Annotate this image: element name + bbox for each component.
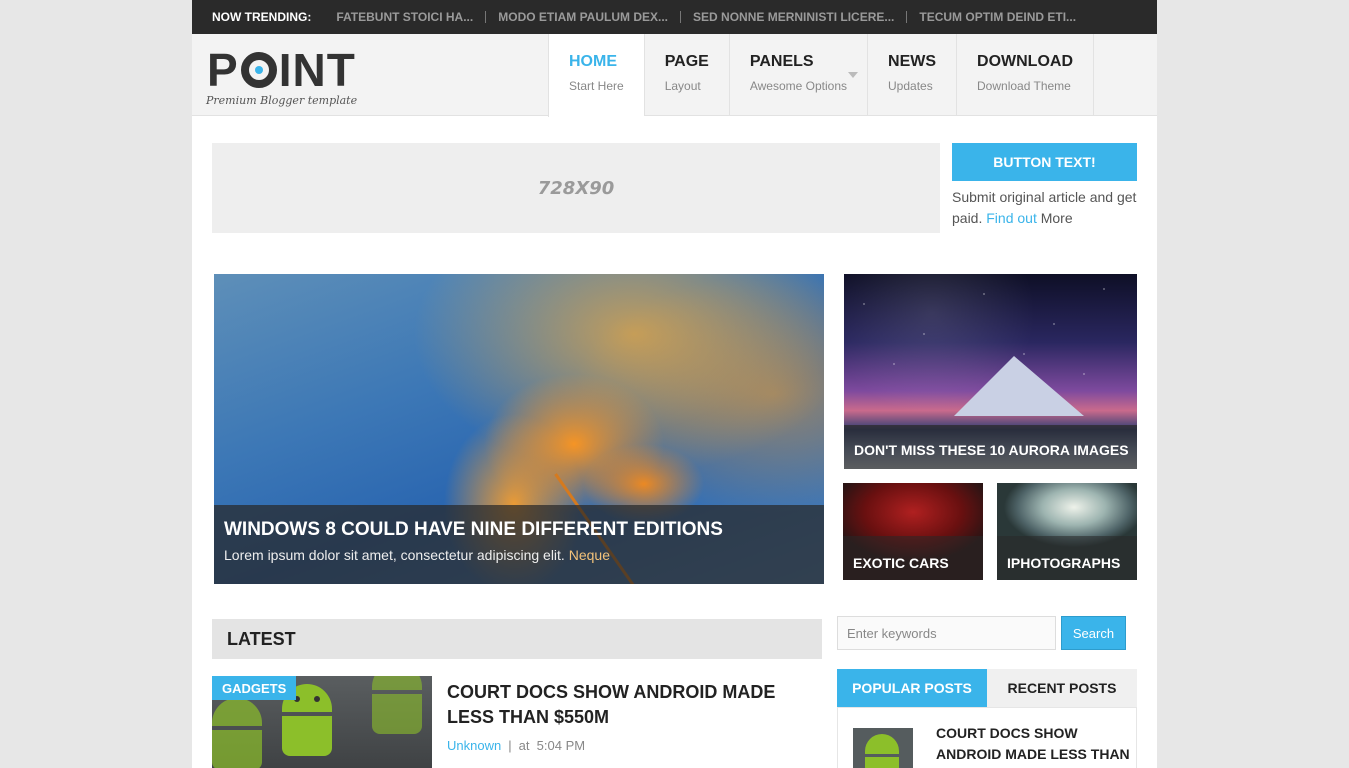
nav-item-title: PAGE xyxy=(664,53,709,70)
android-eye xyxy=(314,696,320,702)
trending-bar: NOW TRENDING: FATEBUNT STOICI HA... MODO… xyxy=(192,0,1157,34)
featured-excerpt: Lorem ipsum dolor sit amet, consectetur … xyxy=(224,547,814,563)
android-head xyxy=(212,698,262,726)
tab-recent-posts[interactable]: RECENT POSTS xyxy=(987,669,1137,707)
mountain-image-detail xyxy=(954,356,1084,416)
logo-tagline: Premium Blogger template xyxy=(206,94,358,107)
trending-link[interactable]: TECUM OPTIM DEIND ETI... xyxy=(906,11,1088,23)
featured-tile-iphotographs[interactable]: IPHOTOGRAPHS xyxy=(997,483,1137,580)
search-input[interactable] xyxy=(837,616,1056,650)
post-meta: Unknown | at 5:04 PM xyxy=(447,738,585,753)
ad-banner-placeholder[interactable]: 728X90 xyxy=(212,143,940,233)
nav-item-subtitle: Updates xyxy=(888,79,933,93)
nav-item-panels[interactable]: PANELS Awesome Options xyxy=(728,34,867,116)
featured-main-post[interactable]: WINDOWS 8 COULD HAVE NINE DIFFERENT EDIT… xyxy=(214,274,824,584)
nav-item-download[interactable]: DOWNLOAD Download Theme xyxy=(956,34,1094,116)
author-link[interactable]: Unknown xyxy=(447,738,501,753)
trending-link[interactable]: MODO ETIAM PAULUM DEX... xyxy=(485,11,680,23)
nav-item-page[interactable]: PAGE Layout xyxy=(643,34,729,116)
tile-title[interactable]: IPHOTOGRAPHS xyxy=(1007,555,1127,571)
android-head xyxy=(372,676,422,690)
nav-item-subtitle: Layout xyxy=(664,79,701,93)
featured-caption: DON'T MISS THESE 10 AURORA IMAGES xyxy=(844,425,1137,469)
latest-section-heading: LATEST xyxy=(212,619,822,659)
page-wrapper: NOW TRENDING: FATEBUNT STOICI HA... MODO… xyxy=(192,0,1157,768)
featured-caption: EXOTIC CARS xyxy=(843,536,983,580)
featured-excerpt-more: Neque xyxy=(568,547,610,563)
android-icon xyxy=(212,698,262,768)
android-head xyxy=(865,734,899,754)
nav-item-subtitle: Awesome Options xyxy=(749,79,848,93)
site-logo[interactable]: P INT Premium Blogger template xyxy=(206,44,358,107)
android-body xyxy=(372,694,422,734)
trending-link[interactable]: SED NONNE MERNINISTI LICERE... xyxy=(680,11,906,23)
featured-title[interactable]: WINDOWS 8 COULD HAVE NINE DIFFERENT EDIT… xyxy=(224,519,814,541)
android-icon xyxy=(865,734,899,768)
site-header: P INT Premium Blogger template HOME Start… xyxy=(192,34,1157,117)
main-nav: HOME Start Here PAGE Layout PANELS Aweso… xyxy=(548,34,1094,117)
featured-caption: WINDOWS 8 COULD HAVE NINE DIFFERENT EDIT… xyxy=(214,505,824,584)
cta-button[interactable]: BUTTON TEXT! xyxy=(952,143,1137,181)
tile-title[interactable]: EXOTIC CARS xyxy=(853,555,973,571)
sidebar-tabs: POPULAR POSTS RECENT POSTS xyxy=(837,669,1137,707)
cta-text-after: More xyxy=(1036,210,1073,226)
meta-separator: | xyxy=(508,738,512,753)
nav-item-title: PANELS xyxy=(749,53,814,70)
popular-posts-list: COURT DOCS SHOW ANDROID MADE LESS THAN xyxy=(837,707,1137,768)
post-time: 5:04 PM xyxy=(536,738,586,753)
nav-item-title: NEWS xyxy=(888,53,937,70)
nav-item-home[interactable]: HOME Start Here xyxy=(548,34,644,117)
featured-side-post[interactable]: DON'T MISS THESE 10 AURORA IMAGES xyxy=(844,274,1137,469)
featured-tile-exotic-cars[interactable]: EXOTIC CARS xyxy=(843,483,983,580)
post-title[interactable]: COURT DOCS SHOW ANDROID MADE LESS THAN $… xyxy=(447,680,807,730)
chevron-down-icon xyxy=(848,72,859,78)
android-icon xyxy=(372,676,422,734)
nav-item-subtitle: Start Here xyxy=(569,79,624,93)
tab-popular-posts[interactable]: POPULAR POSTS xyxy=(837,669,987,707)
trending-label: NOW TRENDING: xyxy=(212,10,312,24)
trending-link[interactable]: FATEBUNT STOICI HA... xyxy=(325,11,485,23)
category-tag[interactable]: GADGETS xyxy=(212,676,297,700)
post-thumbnail[interactable] xyxy=(853,728,913,768)
logo-wordmark: P INT xyxy=(207,44,356,96)
logo-target-icon xyxy=(240,52,277,88)
nav-item-news[interactable]: NEWS Updates xyxy=(867,34,956,116)
android-body xyxy=(865,757,899,768)
android-body xyxy=(282,716,332,756)
nav-item-title: HOME xyxy=(569,53,617,70)
featured-caption: IPHOTOGRAPHS xyxy=(997,536,1137,580)
nav-item-title: DOWNLOAD xyxy=(977,53,1073,70)
featured-side-title[interactable]: DON'T MISS THESE 10 AURORA IMAGES xyxy=(854,442,1129,458)
find-out-link[interactable]: Find out xyxy=(986,210,1037,226)
cta-description: Submit original article and get paid. Fi… xyxy=(952,187,1137,229)
featured-excerpt-text: Lorem ipsum dolor sit amet, consectetur … xyxy=(224,547,569,563)
android-body xyxy=(212,730,262,768)
nav-item-subtitle: Download Theme xyxy=(977,79,1071,93)
popular-post-title[interactable]: COURT DOCS SHOW ANDROID MADE LESS THAN xyxy=(936,723,1131,765)
search-button[interactable]: Search xyxy=(1061,616,1126,650)
meta-at: at xyxy=(518,738,530,753)
